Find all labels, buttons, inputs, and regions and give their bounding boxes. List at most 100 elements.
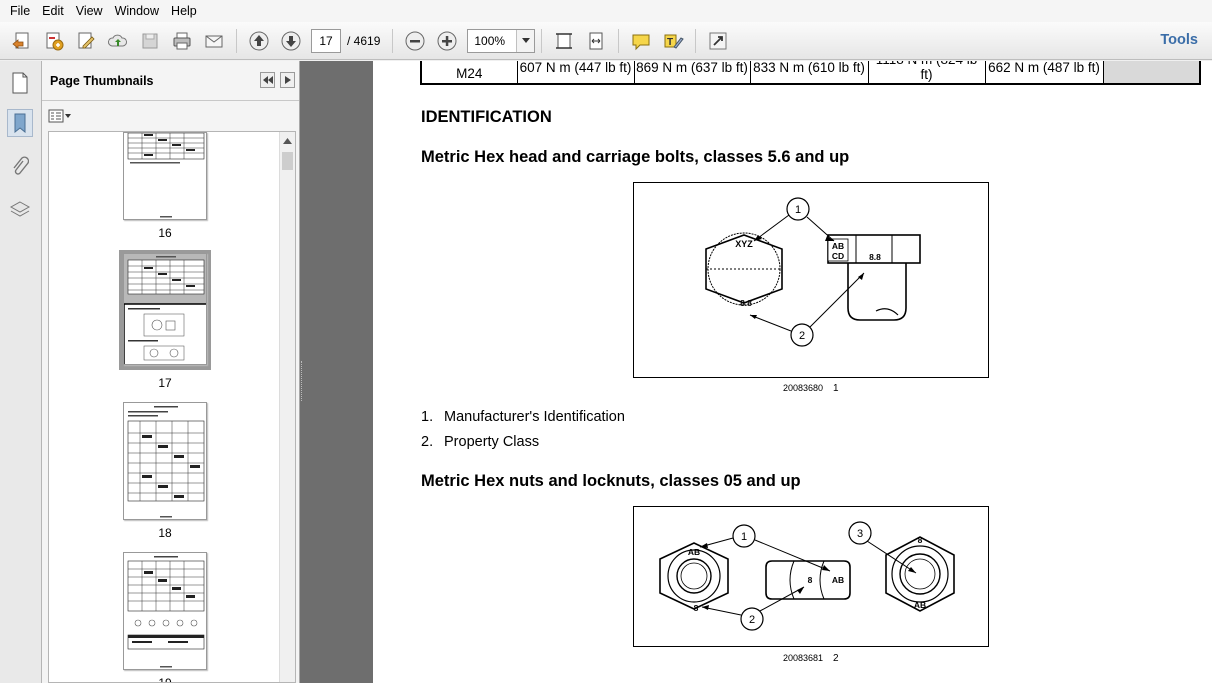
thumbnail-label: 17 (158, 376, 172, 390)
panel-title: Page Thumbnails (50, 73, 154, 88)
toolbar-separator (541, 28, 543, 53)
menu-window[interactable]: Window (109, 0, 165, 22)
edit-icon[interactable] (72, 27, 100, 55)
expand-panel-icon[interactable] (280, 72, 295, 88)
section-heading: IDENTIFICATION (421, 108, 552, 126)
toolbar-separator (236, 28, 237, 53)
print-icon[interactable] (168, 27, 196, 55)
menu-view[interactable]: View (70, 0, 109, 22)
callout-3: 3 (857, 528, 863, 540)
list-number: 1. (421, 409, 434, 425)
toolbar-separator (392, 28, 394, 53)
document-page: M24 607 N m (447 lb ft) 869 N m (637 lb … (373, 61, 1212, 683)
thumbnails-header: Page Thumbnails (42, 61, 299, 101)
side-class: 8.8 (869, 252, 881, 262)
torque-table: M24 607 N m (447 lb ft) 869 N m (637 lb … (420, 61, 1201, 85)
bolt-figure: XYZ 8.8 AB CD 8.8 1 2 (633, 182, 989, 378)
highlight-icon[interactable]: T (659, 27, 687, 55)
side-mark-bottom: CD (832, 251, 844, 261)
menu-file[interactable]: File (4, 0, 36, 22)
nut-mark-ab: AB (688, 547, 700, 557)
thumbnails-panel: Page Thumbnails 16 17 18 19 (42, 61, 300, 683)
page-thumbnails-icon[interactable] (7, 69, 33, 97)
svg-text:T: T (667, 37, 673, 48)
zoom-out-icon[interactable] (401, 27, 429, 55)
list-number: 2. (421, 434, 434, 450)
zoom-in-icon[interactable] (433, 27, 461, 55)
menu-bar: File Edit View Window Help (0, 0, 1212, 22)
fit-width-icon[interactable] (582, 27, 610, 55)
thumbnail-list[interactable]: 16 17 18 19 (48, 131, 296, 683)
side-mark-top: AB (832, 241, 844, 251)
thumbnail-label: 19 (158, 676, 172, 683)
bookmarks-icon[interactable] (7, 109, 33, 137)
upload-cloud-icon[interactable] (104, 27, 132, 55)
table-cell: M24 (420, 61, 518, 85)
zoom-select[interactable] (467, 28, 536, 53)
locknut-mark-8: 8 (918, 535, 923, 545)
side-mark-ab: AB (832, 575, 844, 585)
figure-code: 20083680 (783, 383, 824, 393)
toolbar: / 4619 T Tools (0, 22, 1212, 60)
scrollbar-thumb[interactable] (282, 152, 293, 170)
callout-1: 1 (795, 204, 801, 216)
thumbnail-page-19[interactable] (123, 552, 207, 670)
table-cell: 607 N m (447 lb ft) (516, 61, 635, 85)
list-text: Manufacturer's Identification (444, 409, 625, 425)
zoom-value-input[interactable] (468, 29, 517, 52)
table-cell: 662 N m (487 lb ft) (984, 61, 1104, 85)
table-cell: 1118 N m (824 lb ft) (867, 61, 986, 85)
table-row: M24 607 N m (447 lb ft) 869 N m (637 lb … (420, 61, 1201, 85)
callout-2: 2 (749, 614, 755, 626)
subsection-heading: Metric Hex nuts and locknuts, classes 05… (421, 472, 801, 490)
document-gutter (300, 61, 373, 683)
splitter-handle[interactable] (301, 361, 304, 401)
previous-page-icon[interactable] (245, 27, 273, 55)
page-count: / 4619 (347, 33, 381, 48)
locknut-mark-ab: AB (914, 600, 926, 610)
toolbar-separator (695, 28, 697, 53)
list-text: Property Class (444, 434, 540, 450)
fit-page-icon[interactable] (550, 27, 578, 55)
thumbnail-label: 16 (158, 226, 172, 240)
navigation-pane (0, 61, 42, 683)
list-item: 2. Property Class (421, 434, 539, 450)
attachments-icon[interactable] (7, 153, 33, 181)
callout-1: 1 (741, 531, 747, 543)
expand-icon[interactable] (704, 27, 732, 55)
head-mark: XYZ (735, 239, 753, 249)
layers-icon[interactable] (7, 195, 33, 223)
collapse-panel-icon[interactable] (260, 72, 275, 88)
table-cell: 833 N m (610 lb ft) (749, 61, 869, 85)
figure-number: 2 (833, 653, 839, 664)
figure-code: 20083681 (783, 653, 824, 663)
toolbar-separator (618, 28, 620, 53)
head-class: 8.8 (740, 298, 752, 308)
thumbnail-label: 18 (158, 526, 172, 540)
callout-2: 2 (799, 330, 805, 342)
thumbnail-options-icon[interactable] (48, 107, 74, 125)
subsection-heading: Metric Hex head and carriage bolts, clas… (421, 148, 850, 166)
chevron-down-icon[interactable] (516, 29, 535, 52)
create-pdf-icon[interactable] (40, 27, 68, 55)
scroll-up-icon[interactable] (280, 132, 295, 150)
figure-number: 1 (833, 383, 839, 394)
table-cell-empty (1102, 61, 1201, 85)
comment-icon[interactable] (627, 27, 655, 55)
email-icon[interactable] (200, 27, 228, 55)
thumbnail-page-17[interactable] (123, 253, 207, 365)
thumbnail-page-18[interactable] (123, 402, 207, 520)
page-number-input[interactable] (311, 28, 341, 53)
thumbnail-scrollbar[interactable] (279, 132, 295, 682)
table-cell: 869 N m (637 lb ft) (633, 61, 751, 85)
menu-help[interactable]: Help (165, 0, 203, 22)
nut-mark-8: 8 (694, 603, 699, 613)
side-mark-8: 8 (808, 575, 813, 585)
next-page-icon[interactable] (277, 27, 305, 55)
tools-button[interactable]: Tools (1160, 32, 1198, 48)
open-icon[interactable] (8, 27, 36, 55)
save-icon[interactable] (136, 27, 164, 55)
nut-figure: AB 8 8 AB 8 AB 1 2 3 (633, 506, 989, 647)
thumbnail-page-16[interactable] (123, 132, 207, 220)
menu-edit[interactable]: Edit (36, 0, 70, 22)
